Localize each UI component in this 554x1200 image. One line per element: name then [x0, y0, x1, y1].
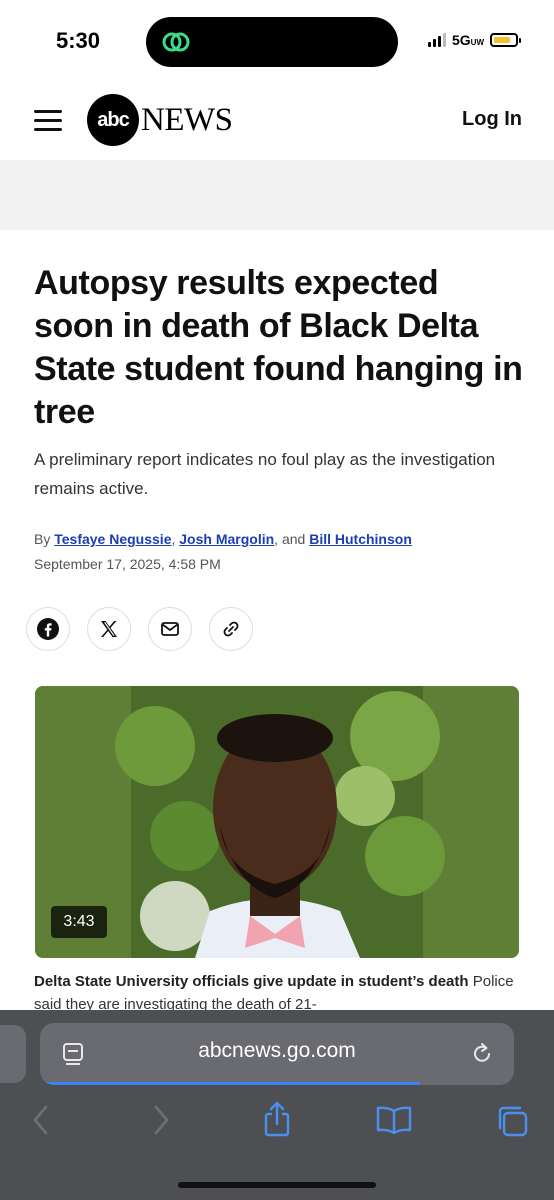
reload-icon[interactable]: [470, 1040, 494, 1066]
ad-banner: [0, 160, 554, 230]
caption-title: Delta State University officials give up…: [34, 973, 469, 990]
forward-icon[interactable]: [150, 1103, 172, 1137]
site-header: abc NEWS Log In: [0, 82, 554, 160]
tabs-icon[interactable]: [495, 1104, 529, 1138]
news-wordmark: NEWS: [141, 101, 233, 138]
article-dek: A preliminary report indicates no foul p…: [34, 450, 496, 498]
abc-logo-mark: abc: [87, 94, 139, 146]
login-button[interactable]: Log In: [462, 108, 522, 131]
status-time: 5:30: [56, 28, 101, 53]
menu-icon[interactable]: [34, 110, 62, 132]
address-bar[interactable]: abcnews.go.com: [40, 1023, 514, 1085]
abc-news-logo[interactable]: abc NEWS: [87, 94, 233, 146]
x-icon: [101, 621, 117, 637]
page-load-progress: [40, 1082, 420, 1085]
signal-icon: [427, 33, 446, 47]
x-share-button[interactable]: [87, 607, 131, 651]
back-icon[interactable]: [30, 1103, 52, 1137]
byline: By Tesfaye Negussie, Josh Margolin, and …: [34, 531, 412, 547]
share-bar: [26, 607, 253, 651]
video-duration: 3:43: [51, 906, 107, 938]
dynamic-island: [146, 17, 398, 67]
share-icon[interactable]: [262, 1100, 292, 1138]
status-bar: 5:30 5GUW: [0, 0, 554, 82]
author-link[interactable]: Tesfaye Negussie: [54, 531, 171, 547]
battery-icon: [490, 33, 521, 47]
bookmarks-icon[interactable]: [376, 1106, 412, 1134]
link-icon: [223, 621, 239, 637]
facebook-share-button[interactable]: [26, 607, 70, 651]
author-link[interactable]: Josh Margolin: [179, 531, 274, 547]
byline-prefix: By: [34, 531, 51, 547]
article-headline: Autopsy results expected soon in death o…: [34, 264, 523, 431]
publish-date: September 17, 2025, 4:58 PM: [34, 556, 221, 572]
status-indicators: 5GUW: [427, 32, 521, 48]
network-label: 5GUW: [451, 32, 484, 48]
video-player[interactable]: 3:43: [35, 686, 519, 958]
email-share-button[interactable]: [148, 607, 192, 651]
video-thumbnail: [35, 686, 519, 958]
mail-icon: [161, 622, 179, 636]
copy-link-button[interactable]: [209, 607, 253, 651]
url-text: abcnews.go.com: [198, 1039, 356, 1062]
facebook-icon: [37, 618, 59, 640]
previous-tab-peek[interactable]: [0, 1025, 26, 1083]
author-link[interactable]: Bill Hutchinson: [309, 531, 412, 547]
home-indicator: [178, 1182, 376, 1188]
link-activity-icon: [162, 32, 190, 52]
